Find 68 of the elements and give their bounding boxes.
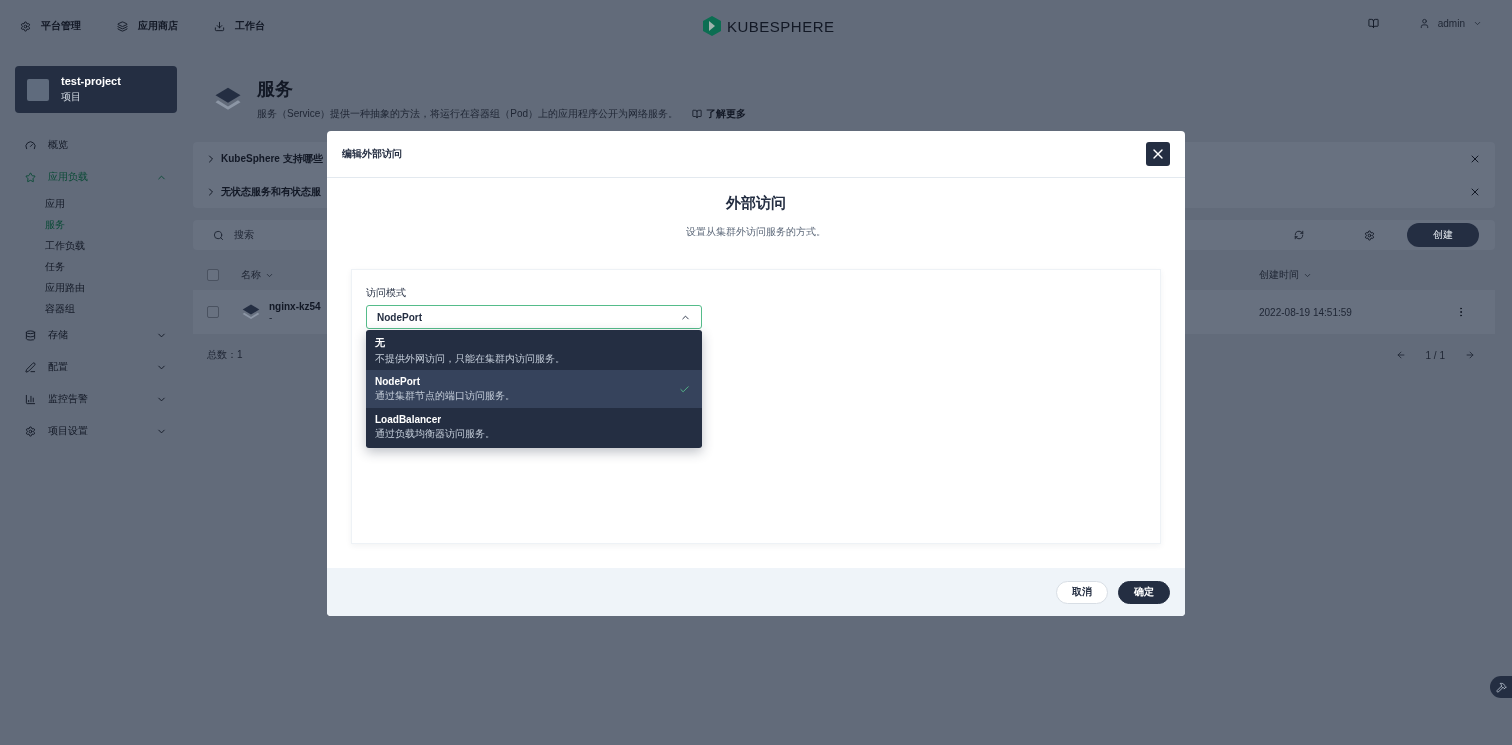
project-type: 项目 xyxy=(61,90,82,104)
column-header[interactable]: 名称 xyxy=(241,268,1259,282)
caret-icon xyxy=(1473,19,1482,28)
sidebar-item[interactable]: 配置 xyxy=(15,351,177,383)
logo-text: KUBESPHERE xyxy=(727,17,835,35)
gauge-icon xyxy=(25,139,36,151)
learn-more-link[interactable]: 了解更多 xyxy=(692,107,747,121)
project-card[interactable]: test-project 项目 xyxy=(15,66,177,113)
refresh-icon[interactable] xyxy=(1294,230,1304,240)
check-icon xyxy=(679,383,690,395)
checkbox[interactable] xyxy=(207,306,219,318)
sidebar-item[interactable]: 项目设置 xyxy=(15,415,177,447)
book-icon xyxy=(692,109,703,119)
top-nav-link[interactable]: 应用商店 xyxy=(117,19,178,33)
sidebar-subitem[interactable]: 容器组 xyxy=(45,298,75,319)
dropdown-option[interactable]: NodePort 通过集群节点的端口访问服务。 xyxy=(366,370,702,408)
page-indicator: 1 / 1 xyxy=(1425,349,1445,361)
layers-icon xyxy=(117,20,128,32)
project-icon xyxy=(27,78,49,101)
dropdown-option[interactable]: 无 不提供外网访问，只能在集群内访问服务。 xyxy=(366,332,702,370)
sidebar-subitem[interactable]: 任务 xyxy=(45,256,65,277)
tip-title[interactable]: 无状态服务和有状态服 xyxy=(221,184,321,199)
ok-button[interactable]: 确定 xyxy=(1118,580,1170,604)
search-icon xyxy=(213,229,224,241)
arrow-right-icon[interactable] xyxy=(1465,350,1475,360)
close-button[interactable] xyxy=(1146,142,1170,166)
service-subtitle: - xyxy=(269,312,274,323)
database-icon xyxy=(25,329,36,341)
user-menu[interactable]: admin xyxy=(1418,18,1482,29)
created-time: 2022-08-19 14:51:59 xyxy=(1259,306,1352,318)
create-button[interactable]: 创建 xyxy=(1407,223,1479,247)
sidebar-item[interactable]: 应用负载 xyxy=(15,161,177,193)
chart-icon xyxy=(25,393,36,405)
tip-title[interactable]: KubeSphere 支持哪些 xyxy=(221,151,323,166)
service-name[interactable]: nginx-kz54 xyxy=(269,301,321,312)
sidebar-item[interactable]: 存储 xyxy=(15,319,177,351)
download-icon xyxy=(214,20,225,32)
top-nav-link[interactable]: 工作台 xyxy=(214,19,265,33)
section-heading: 外部访问 xyxy=(726,194,786,213)
gear-icon xyxy=(25,425,36,437)
arrow-left-icon[interactable] xyxy=(1395,350,1406,360)
user-icon xyxy=(1418,18,1430,29)
sidebar-subitem[interactable]: 应用 xyxy=(45,193,65,214)
access-mode-select[interactable]: NodePort xyxy=(366,305,702,329)
top-nav-link[interactable]: 平台管理 xyxy=(20,19,81,33)
star-icon xyxy=(25,171,36,183)
sidebar-item[interactable]: 概览 xyxy=(15,129,177,161)
cancel-button[interactable]: 取消 xyxy=(1056,580,1108,604)
sidebar-subitem[interactable]: 工作负载 xyxy=(45,235,85,256)
page-title: 服务 xyxy=(257,78,294,101)
sidebar-subitem[interactable]: 服务 xyxy=(45,214,65,235)
book-icon[interactable] xyxy=(1367,18,1379,29)
settings-icon[interactable] xyxy=(1364,229,1375,241)
sidebar-item[interactable]: 监控告警 xyxy=(15,383,177,415)
modal-title: 编辑外部访问 xyxy=(342,147,402,161)
hexagon-logo-icon xyxy=(703,16,721,36)
sidebar-subitem[interactable]: 应用路由 xyxy=(45,277,85,298)
checkbox[interactable] xyxy=(207,269,219,281)
project-name: test-project xyxy=(61,75,121,87)
gear-icon xyxy=(20,20,31,32)
pen-icon xyxy=(25,361,36,373)
section-subheading: 设置从集群外访问服务的方式。 xyxy=(686,225,826,239)
stack-icon xyxy=(241,302,261,322)
search-field[interactable]: 搜索 xyxy=(234,228,254,242)
dropdown-option[interactable]: LoadBalancer 通过负载均衡器访问服务。 xyxy=(366,408,702,446)
hammer-icon xyxy=(1495,681,1507,693)
field-label: 访问模式 xyxy=(366,286,407,300)
hammer-button[interactable] xyxy=(1490,676,1512,698)
